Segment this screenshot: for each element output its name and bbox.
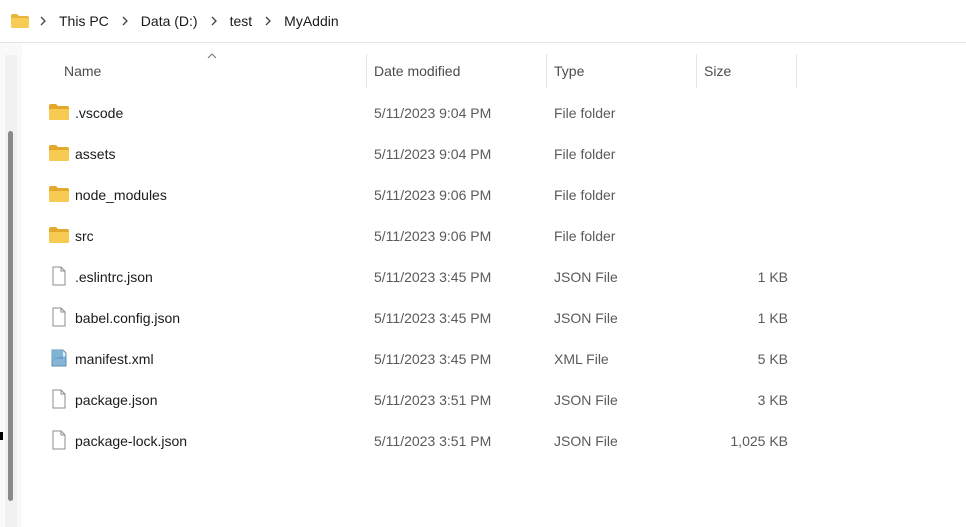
column-header-size[interactable]: Size <box>704 43 731 99</box>
file-icon <box>52 430 66 450</box>
breadcrumb-data-drive[interactable]: Data (D:) <box>139 13 200 29</box>
chevron-right-icon[interactable] <box>39 16 47 26</box>
file-row-package[interactable]: package.json 5/11/2023 3:51 PM JSON File… <box>22 379 797 420</box>
breadcrumb-myaddin[interactable]: MyAddin <box>282 13 340 29</box>
breadcrumb-this-pc[interactable]: This PC <box>57 13 111 29</box>
file-date-modified: 5/11/2023 3:51 PM <box>374 391 492 408</box>
scrollbar-thumb[interactable] <box>8 131 13 501</box>
file-row-src[interactable]: src 5/11/2023 9:06 PM File folder <box>22 215 797 256</box>
file-name: babel.config.json <box>75 309 181 326</box>
file-date-modified: 5/11/2023 3:51 PM <box>374 432 492 449</box>
file-date-modified: 5/11/2023 9:04 PM <box>374 104 492 121</box>
file-name: package.json <box>75 391 158 408</box>
file-type: File folder <box>554 186 616 203</box>
column-divider[interactable] <box>366 54 367 88</box>
file-date-modified: 5/11/2023 9:04 PM <box>374 145 492 162</box>
file-size: 3 KB <box>757 391 788 408</box>
file-date-modified: 5/11/2023 9:06 PM <box>374 227 492 244</box>
column-divider[interactable] <box>546 54 547 88</box>
file-name: .eslintrc.json <box>75 268 153 285</box>
file-icon <box>52 266 66 286</box>
file-size <box>688 215 788 256</box>
folder-icon <box>11 14 29 28</box>
file-date-modified: 5/11/2023 3:45 PM <box>374 309 492 326</box>
folder-icon <box>49 186 69 202</box>
folder-icon <box>49 104 69 120</box>
file-date-modified: 5/11/2023 9:06 PM <box>374 186 492 203</box>
file-type: JSON File <box>554 432 618 449</box>
file-row-node-modules[interactable]: node_modules 5/11/2023 9:06 PM File fold… <box>22 174 797 215</box>
file-size <box>688 174 788 215</box>
folder-icon <box>49 145 69 161</box>
sort-ascending-icon <box>207 53 217 59</box>
column-header-type[interactable]: Type <box>554 43 584 99</box>
file-size <box>688 92 788 133</box>
file-date-modified: 5/11/2023 3:45 PM <box>374 350 492 367</box>
folder-icon <box>49 227 69 243</box>
file-row-babel-config[interactable]: babel.config.json 5/11/2023 3:45 PM JSON… <box>22 297 797 338</box>
pane-marker <box>0 432 3 440</box>
file-type: File folder <box>554 145 616 162</box>
file-date-modified: 5/11/2023 3:45 PM <box>374 268 492 285</box>
file-type: JSON File <box>554 309 618 326</box>
file-name: assets <box>75 145 116 162</box>
file-row-manifest[interactable]: manifest.xml 5/11/2023 3:45 PM XML File … <box>22 338 797 379</box>
file-size: 5 KB <box>757 350 788 367</box>
file-name: .vscode <box>75 104 124 121</box>
file-type: File folder <box>554 227 616 244</box>
file-icon <box>52 389 66 409</box>
chevron-right-icon[interactable] <box>121 16 129 26</box>
file-size: 1 KB <box>757 268 788 285</box>
file-row-vscode[interactable]: .vscode 5/11/2023 9:04 PM File folder <box>22 92 797 133</box>
column-headers: Name Date modified Type Size <box>22 43 966 99</box>
file-size: 1 KB <box>757 309 788 326</box>
file-name: src <box>75 227 94 244</box>
address-bar[interactable]: This PC Data (D:) test MyAddin <box>0 0 966 43</box>
file-row-assets[interactable]: assets 5/11/2023 9:04 PM File folder <box>22 133 797 174</box>
file-type: JSON File <box>554 268 618 285</box>
file-name: package-lock.json <box>75 432 188 449</box>
file-name: manifest.xml <box>75 350 154 367</box>
file-size <box>688 133 788 174</box>
column-header-name[interactable]: Name <box>64 43 101 99</box>
chevron-right-icon[interactable] <box>210 16 218 26</box>
file-type: JSON File <box>554 391 618 408</box>
breadcrumb-test[interactable]: test <box>228 13 255 29</box>
file-type: File folder <box>554 104 616 121</box>
file-row-package-lock[interactable]: package-lock.json 5/11/2023 3:51 PM JSON… <box>22 420 797 461</box>
chevron-right-icon[interactable] <box>264 16 272 26</box>
file-name: node_modules <box>75 186 167 203</box>
file-size: 1,025 KB <box>730 432 788 449</box>
column-divider[interactable] <box>796 54 797 88</box>
column-divider[interactable] <box>696 54 697 88</box>
file-icon <box>52 307 66 327</box>
xml-file-icon <box>51 349 67 367</box>
file-type: XML File <box>554 350 609 367</box>
file-row-eslintrc[interactable]: .eslintrc.json 5/11/2023 3:45 PM JSON Fi… <box>22 256 797 297</box>
column-header-date-modified[interactable]: Date modified <box>374 43 460 99</box>
